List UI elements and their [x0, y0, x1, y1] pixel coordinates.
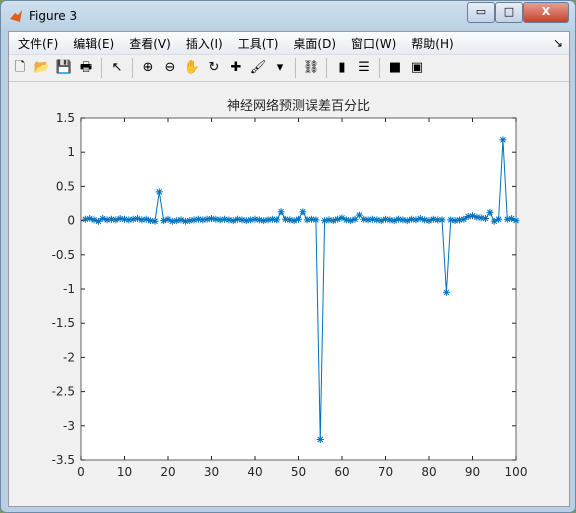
- figure-client: 文件(F) 编辑(E) 查看(V) 插入(I) 工具(T) 桌面(D) 窗口(W) 帮助(H)…: [8, 31, 570, 507]
- figure-window: Figure 3 ▭ □ X 文件(F) 编辑(E) 查看(V) 插入(I) 工具(T)…: [0, 0, 576, 513]
- menu-item-3[interactable]: 插入(I): [186, 35, 223, 52]
- x-tick-label: 0: [77, 465, 85, 479]
- colorbar-icon[interactable]: ▮: [333, 59, 351, 77]
- data-point: [316, 435, 324, 443]
- y-tick-label: -3: [63, 419, 75, 433]
- toolbar-separator: [132, 58, 133, 78]
- y-tick-label: 0.5: [56, 179, 75, 193]
- x-tick-label: 100: [505, 465, 528, 479]
- menu-bar: 文件(F) 编辑(E) 查看(V) 插入(I) 工具(T) 桌面(D) 窗口(W) 帮助(H)…: [9, 32, 569, 54]
- link-icon[interactable]: ⛓: [302, 59, 320, 77]
- y-tick-label: 1: [67, 145, 75, 159]
- new-figure-icon[interactable]: 🗋: [11, 59, 29, 77]
- y-tick-label: -0.5: [52, 248, 75, 262]
- legend-icon[interactable]: ☰: [355, 59, 373, 77]
- data-point: [438, 216, 446, 224]
- rotate-icon[interactable]: ↻: [205, 59, 223, 77]
- dropdown-icon[interactable]: ▾: [271, 59, 289, 77]
- y-tick-label: -3.5: [52, 453, 75, 467]
- data-point: [312, 216, 320, 224]
- print-icon[interactable]: 🖶: [77, 59, 95, 77]
- toolbar-separator: [326, 58, 327, 78]
- menu-item-5[interactable]: 桌面(D): [293, 35, 336, 52]
- data-point: [277, 208, 285, 216]
- x-tick-label: 10: [117, 465, 132, 479]
- data-cursor-icon[interactable]: ✚: [227, 59, 245, 77]
- toolbar-separator: [295, 58, 296, 78]
- data-point: [499, 136, 507, 144]
- open-icon[interactable]: 📂: [33, 59, 51, 77]
- axes-box: [80, 117, 517, 461]
- zoom-in-icon[interactable]: ⊕: [139, 59, 157, 77]
- y-tick-label: -1: [63, 282, 75, 296]
- window-title: Figure 3: [29, 9, 78, 23]
- data-point: [482, 215, 490, 223]
- y-tick-label: 1.5: [56, 111, 75, 125]
- data-point: [299, 208, 307, 216]
- x-tick-label: 30: [204, 465, 219, 479]
- save-icon[interactable]: 💾: [55, 59, 73, 77]
- menu-item-1[interactable]: 编辑(E): [73, 35, 114, 52]
- matlab-logo-icon: [10, 10, 22, 22]
- y-tick-label: -1.5: [52, 316, 75, 330]
- y-tick-label: 0: [67, 214, 75, 228]
- hide-plot-tools-icon[interactable]: ■: [386, 59, 404, 77]
- menu-item-4[interactable]: 工具(T): [238, 35, 279, 52]
- x-tick-label: 60: [334, 465, 349, 479]
- toolbar-separator: [101, 58, 102, 78]
- x-tick-label: 80: [421, 465, 436, 479]
- data-point: [442, 288, 450, 296]
- menu-item-6[interactable]: 窗口(W): [351, 35, 396, 52]
- show-plot-tools-icon[interactable]: ▣: [408, 59, 426, 77]
- menu-expand-icon[interactable]: ↘: [553, 36, 563, 50]
- pan-icon[interactable]: ✋: [183, 59, 201, 77]
- data-point: [151, 217, 159, 225]
- brush-icon[interactable]: 🖌: [249, 59, 267, 77]
- toolbar: 🗋 📂 💾 🖶 ↖ ⊕ ⊖ ✋ ↻ ✚ 🖌 ▾ ⛓ ▮ ☰ ■ ▣: [9, 54, 569, 82]
- toolbar-separator: [379, 58, 380, 78]
- y-tick-label: -2: [63, 350, 75, 364]
- minimize-button[interactable]: ▭: [467, 2, 495, 23]
- close-button[interactable]: X: [523, 2, 569, 23]
- data-point: [155, 188, 163, 196]
- pointer-icon[interactable]: ↖: [108, 59, 126, 77]
- maximize-button[interactable]: □: [495, 2, 523, 23]
- x-tick-label: 50: [291, 465, 306, 479]
- x-tick-label: 20: [160, 465, 175, 479]
- menu-item-7[interactable]: 帮助(H): [411, 35, 453, 52]
- x-tick-label: 70: [378, 465, 393, 479]
- chart: 0 10 20 30 40 50 60 70 80 90 100 1.5 1 0.5 0 -0.5 -1 -1.5…: [52, 98, 528, 479]
- data-point: [512, 217, 520, 225]
- data-point: [273, 216, 281, 224]
- chart-title: 神经网络预测误差百分比: [227, 98, 370, 114]
- menu-item-2[interactable]: 查看(V): [129, 35, 171, 52]
- x-tick-label: 90: [465, 465, 480, 479]
- zoom-out-icon[interactable]: ⊖: [161, 59, 179, 77]
- plot-area: 0 10 20 30 40 50 60 70 80 90 100 1.5 1 0.5 0 -0.5 -1 -1.5…: [9, 82, 569, 506]
- data-point: [486, 208, 494, 216]
- x-tick-label: 40: [247, 465, 262, 479]
- y-tick-label: -2.5: [52, 385, 75, 399]
- menu-item-0[interactable]: 文件(F): [18, 35, 58, 52]
- data-point: [295, 215, 302, 223]
- data-point: [495, 215, 503, 223]
